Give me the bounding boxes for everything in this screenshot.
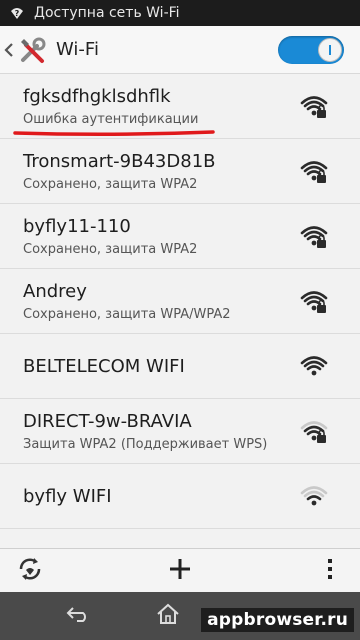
toggle-knob bbox=[318, 38, 342, 62]
wifi-locked-icon bbox=[300, 418, 328, 446]
network-name: Andrey bbox=[23, 281, 87, 302]
nav-home-button[interactable] bbox=[138, 592, 198, 640]
network-row[interactable]: Tronsmart-9B43D81B Сохранено, защита WPA2 bbox=[0, 139, 360, 204]
nav-home-icon bbox=[156, 603, 180, 629]
network-name: fgksdfhgklsdhflk bbox=[23, 86, 171, 107]
refresh-wifi-icon bbox=[16, 555, 44, 587]
network-list: fgksdfhgklsdhflk Ошибка аутентификации Tro… bbox=[0, 74, 360, 548]
network-row[interactable]: byfly WIFI bbox=[0, 464, 360, 529]
network-row[interactable]: DIRECT-9w-BRAVIA Защита WPA2 (Поддерживае… bbox=[0, 399, 360, 464]
status-notification-text: Доступна сеть Wi-Fi bbox=[34, 5, 180, 21]
network-row[interactable]: byfly11-110 Сохранено, защита WPA2 bbox=[0, 204, 360, 269]
network-name: Tronsmart-9B43D81B bbox=[23, 151, 216, 172]
network-name: byfly WIFI bbox=[23, 486, 112, 507]
wifi-locked-icon bbox=[300, 158, 328, 186]
wifi-locked-icon bbox=[300, 223, 328, 251]
refresh-button[interactable] bbox=[0, 549, 60, 593]
network-name: BELTELECOM WIFI bbox=[23, 356, 185, 377]
action-bar: Wi-Fi bbox=[0, 26, 360, 74]
network-name: DIRECT-9w-BRAVIA bbox=[23, 411, 192, 432]
network-status: Сохранено, защита WPA/WPA2 bbox=[23, 307, 231, 322]
overflow-menu-button[interactable] bbox=[300, 549, 360, 593]
wifi-locked-icon bbox=[300, 288, 328, 316]
wifi-toggle[interactable] bbox=[278, 36, 344, 64]
overflow-menu-icon bbox=[327, 558, 333, 584]
bottom-action-bar bbox=[0, 548, 360, 592]
plus-icon bbox=[169, 558, 191, 584]
nav-back-button[interactable] bbox=[48, 592, 108, 640]
add-network-button[interactable] bbox=[150, 549, 210, 593]
wifi-question-icon: ? bbox=[10, 6, 24, 20]
settings-tools-icon bbox=[18, 35, 48, 65]
network-name: byfly11-110 bbox=[23, 216, 131, 237]
chevron-left-icon bbox=[2, 40, 16, 60]
wifi-signal-icon bbox=[300, 353, 328, 381]
nav-back-icon bbox=[65, 605, 91, 627]
network-row[interactable]: Andrey Сохранено, защита WPA/WPA2 bbox=[0, 269, 360, 334]
status-bar: ? Доступна сеть Wi-Fi bbox=[0, 0, 360, 26]
watermark: appbrowser.ru bbox=[201, 608, 354, 632]
network-status: Сохранено, защита WPA2 bbox=[23, 177, 198, 192]
up-navigation[interactable] bbox=[0, 26, 48, 73]
wifi-signal-icon bbox=[300, 483, 328, 511]
wifi-locked-icon bbox=[300, 93, 328, 121]
network-status: Сохранено, защита WPA2 bbox=[23, 242, 198, 257]
svg-text:?: ? bbox=[15, 9, 20, 18]
network-row[interactable]: fgksdfhgklsdhflk Ошибка аутентификации bbox=[0, 74, 360, 139]
network-row[interactable]: BELTELECOM WIFI bbox=[0, 334, 360, 399]
red-underline-annotation bbox=[13, 124, 215, 137]
network-status: Защита WPA2 (Поддерживает WPS) bbox=[23, 437, 268, 452]
page-title: Wi-Fi bbox=[56, 39, 99, 60]
